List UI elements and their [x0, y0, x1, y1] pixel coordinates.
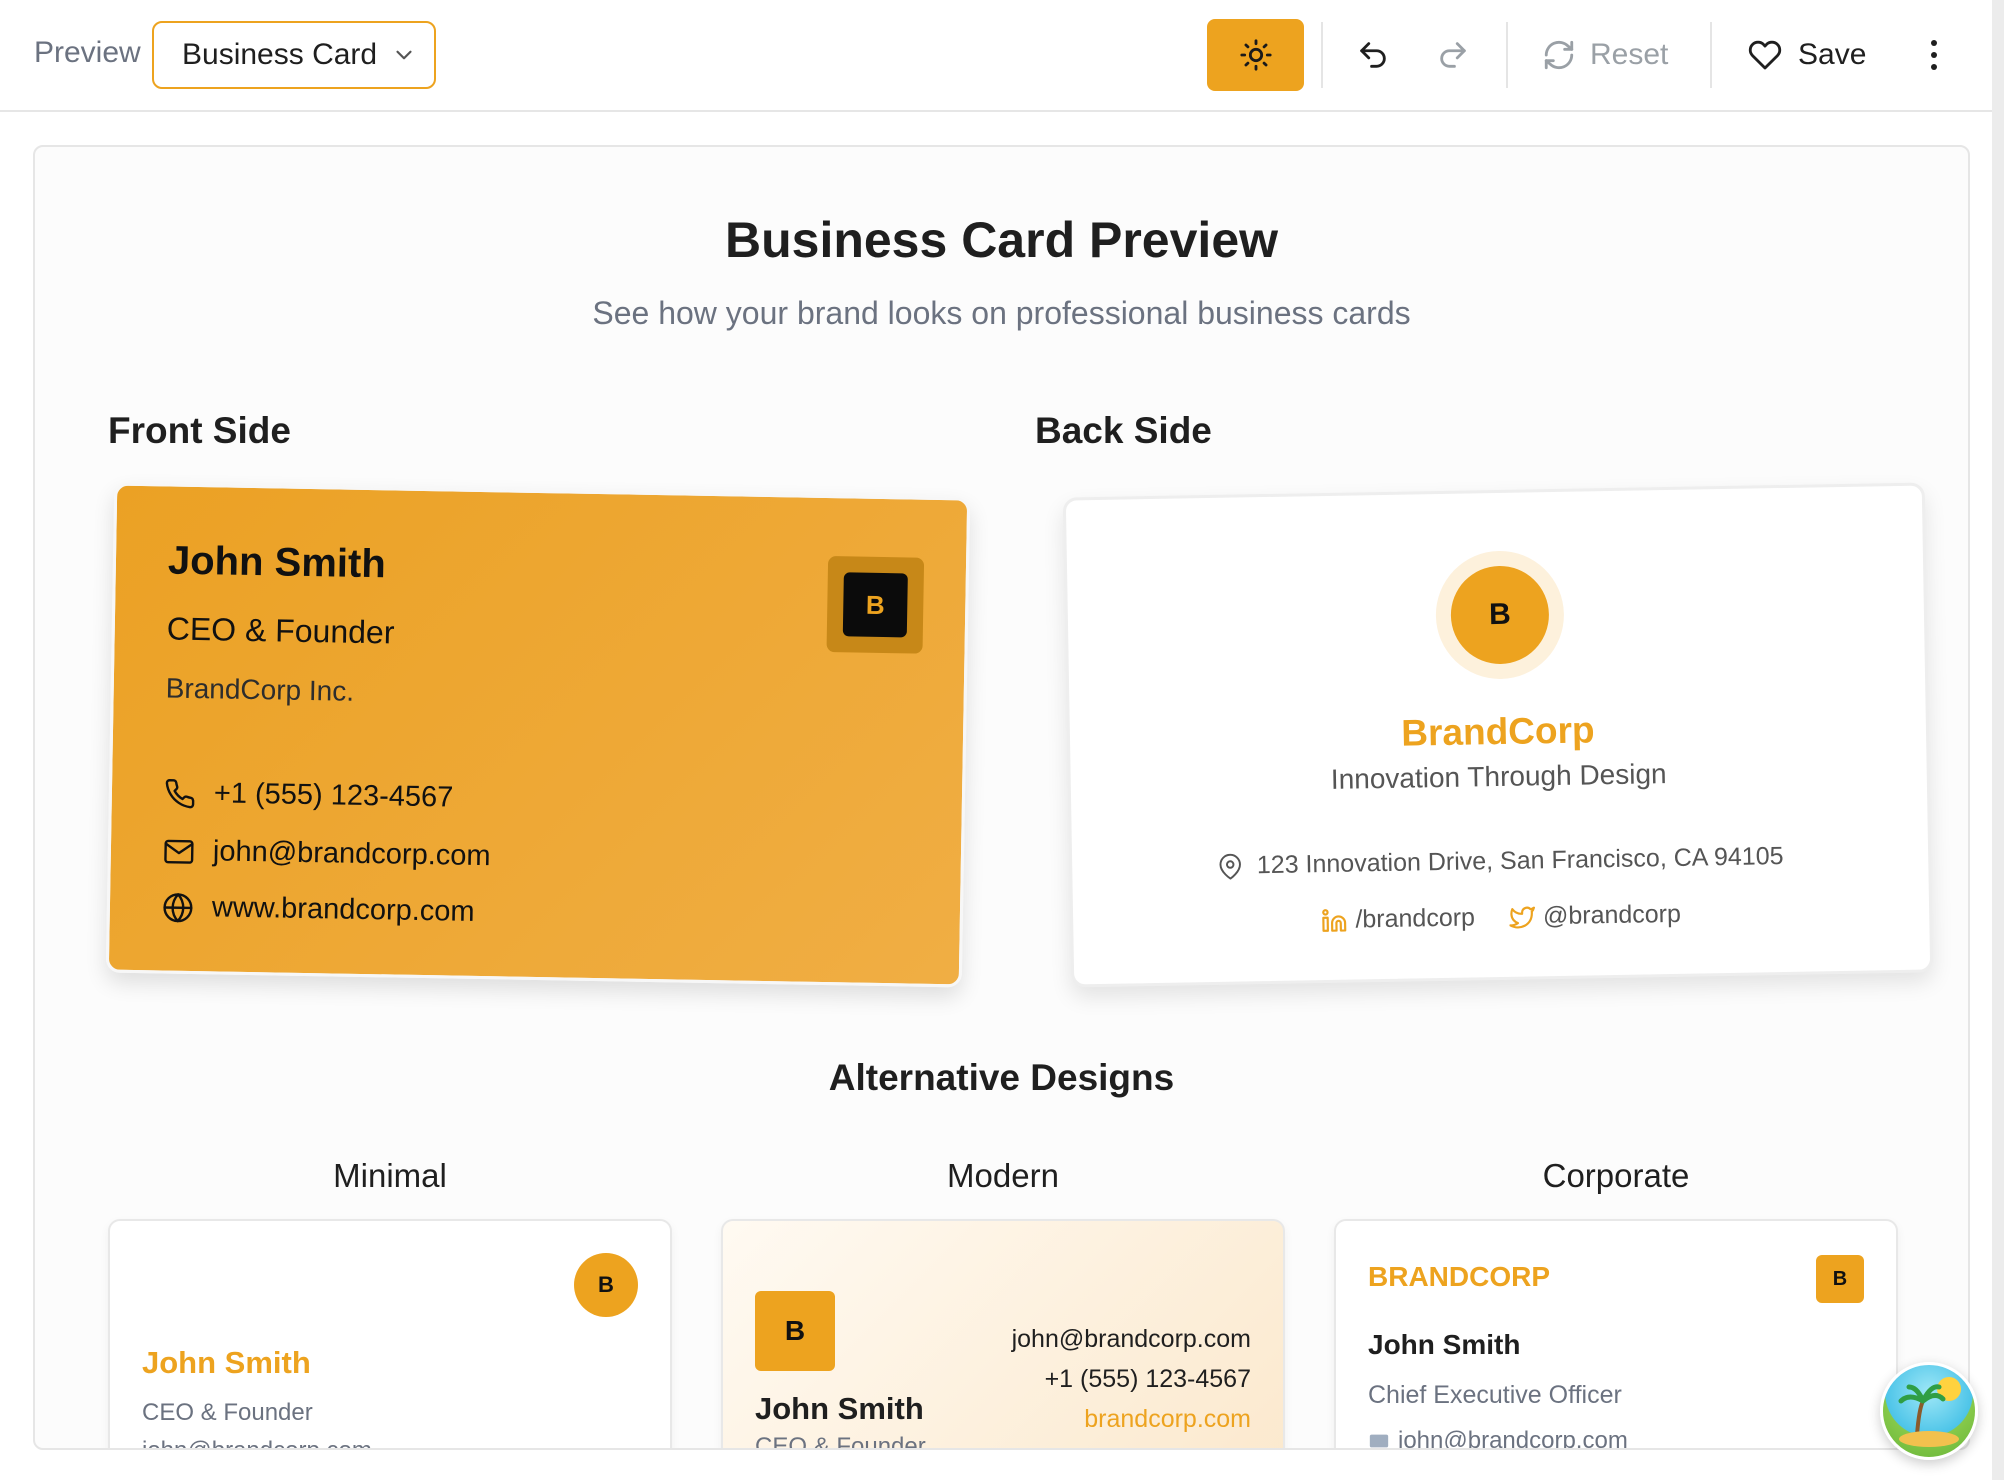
window-scroll-edge — [1992, 0, 2004, 1480]
card-phone: +1 (555) 123-4567 — [213, 777, 454, 814]
card-email-row: john@brandcorp.com — [163, 834, 491, 873]
redo-icon — [1440, 42, 1466, 68]
undo-icon — [1360, 42, 1386, 68]
save-button[interactable]: Save — [1748, 24, 1866, 86]
globe-icon — [163, 892, 193, 922]
page-title: Business Card Preview — [724, 212, 1279, 268]
card-website-row: www.brandcorp.com — [162, 890, 475, 928]
social-row: /brandcorp @brandcorp — [1073, 896, 1929, 940]
preview-label: Preview — [34, 36, 141, 69]
card-website: www.brandcorp.com — [211, 891, 475, 928]
card-email: john@brandcorp.com — [1398, 1427, 1628, 1450]
preview-panel: Business Card Preview See how your brand… — [33, 145, 1970, 1450]
linkedin-icon — [1322, 908, 1347, 932]
undo-button[interactable] — [1348, 30, 1398, 80]
toolbar-divider — [1506, 22, 1508, 88]
map-pin-icon — [1219, 853, 1241, 880]
twitter-icon — [1509, 906, 1535, 928]
card-name: John Smith — [167, 538, 387, 587]
redo-button[interactable] — [1428, 30, 1478, 80]
phone-icon — [165, 778, 195, 808]
card-name: John Smith — [755, 1391, 924, 1426]
front-business-card: John Smith CEO & Founder BrandCorp Inc. … — [105, 482, 971, 988]
address-row: 123 Innovation Drive, San Francisco, CA … — [1072, 840, 1928, 884]
page-subtitle: See how your brand looks on professional… — [592, 295, 1411, 331]
brand-logo: B — [755, 1291, 835, 1371]
template-select[interactable]: Business Card — [152, 21, 436, 89]
modern-design-card[interactable]: B John Smith CEO & Founder john@brandcor… — [721, 1219, 1285, 1450]
template-select-value: Business Card — [182, 38, 378, 71]
heart-icon — [1748, 40, 1782, 70]
card-company: BrandCorp Inc. — [165, 672, 355, 707]
sun-icon — [1239, 39, 1272, 71]
card-phone: +1 (555) 123-4567 — [1044, 1365, 1251, 1393]
brand-logo: B — [1434, 549, 1566, 681]
toolbar-divider — [1321, 22, 1323, 88]
front-side-heading: Front Side — [108, 410, 291, 451]
minimal-label: Minimal — [333, 1157, 447, 1194]
more-options-button[interactable] — [1914, 30, 1954, 80]
refresh-icon — [1544, 40, 1574, 70]
card-website: brandcorp.com — [1084, 1405, 1251, 1433]
card-email: john@brandcorp.com — [142, 1437, 372, 1448]
card-title: CEO & Founder — [142, 1399, 313, 1426]
card-title: CEO & Founder — [755, 1433, 926, 1450]
card-email-row: john@brandcorp.com — [1368, 1427, 1628, 1450]
card-title: Chief Executive Officer — [1368, 1381, 1622, 1409]
card-name: John Smith — [1368, 1329, 1521, 1360]
assistant-avatar-button[interactable] — [1880, 1362, 1978, 1460]
save-label: Save — [1798, 38, 1867, 71]
brand-logo-mark: B — [1450, 565, 1550, 665]
toolbar: Preview Business Card Reset Save — [0, 0, 2004, 112]
brand-logo: B — [826, 556, 925, 654]
toolbar-divider — [1710, 22, 1712, 88]
twitter-link[interactable]: @brandcorp — [1509, 900, 1681, 932]
corporate-design-card[interactable]: BRANDCORP B John Smith Chief Executive O… — [1334, 1219, 1898, 1450]
theme-toggle-button[interactable] — [1207, 19, 1304, 91]
card-email: john@brandcorp.com — [1011, 1325, 1251, 1353]
card-phone-row: +1 (555) 123-4567 — [164, 776, 454, 814]
reset-button[interactable]: Reset — [1542, 24, 1668, 86]
brand-logo: B — [1816, 1255, 1864, 1303]
mail-icon — [1369, 1434, 1389, 1448]
back-business-card: B BrandCorp Innovation Through Design 12… — [1062, 482, 1934, 988]
brand-logo: B — [574, 1253, 638, 1317]
card-title: CEO & Founder — [166, 610, 395, 651]
linkedin-link[interactable]: /brandcorp — [1321, 903, 1475, 935]
linkedin-handle: /brandcorp — [1355, 903, 1476, 934]
minimal-design-card[interactable]: B John Smith CEO & Founder john@brandcor… — [108, 1219, 672, 1448]
brand-name: BrandCorp — [1400, 709, 1595, 754]
island-icon — [1898, 1377, 1961, 1447]
modern-label: Modern — [947, 1157, 1059, 1194]
back-side-heading: Back Side — [1035, 410, 1212, 451]
brand-name: BRANDCORP — [1368, 1261, 1550, 1292]
mail-icon — [164, 839, 194, 864]
reset-label: Reset — [1590, 38, 1669, 71]
alternative-designs-heading: Alternative Designs — [828, 1057, 1175, 1098]
brand-logo-mark: B — [842, 572, 908, 638]
twitter-handle: @brandcorp — [1542, 899, 1682, 931]
chevron-down-icon — [396, 50, 412, 60]
corporate-label: Corporate — [1542, 1157, 1690, 1194]
brand-tagline: Innovation Through Design — [1330, 758, 1667, 795]
address: 123 Innovation Drive, San Francisco, CA … — [1256, 842, 1784, 880]
card-name: John Smith — [142, 1345, 311, 1380]
card-email: john@brandcorp.com — [212, 835, 491, 873]
more-vertical-icon — [1931, 40, 1937, 70]
